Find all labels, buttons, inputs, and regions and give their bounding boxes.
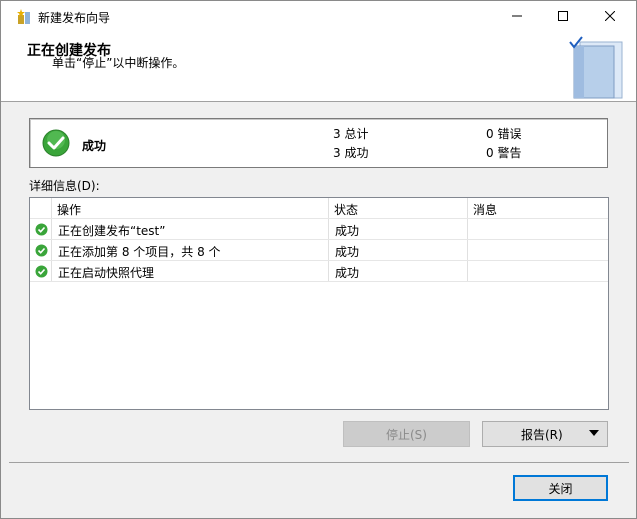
warning-count: 0 警告: [486, 146, 522, 160]
total-count: 3 总计: [333, 127, 369, 141]
column-divider: [328, 198, 329, 282]
maximize-icon: [558, 11, 568, 21]
row-divider: [30, 281, 608, 282]
wizard-window: 新建发布向导 正在创建发布 单击“停止”以中断操作。 成功 3 总计 3 成功 …: [0, 0, 637, 519]
column-header-status[interactable]: 状态: [334, 201, 358, 218]
column-header-message[interactable]: 消息: [473, 201, 497, 218]
publication-book-icon: [569, 36, 623, 99]
close-window-button[interactable]: [587, 1, 633, 31]
table-header: 操作 状态 消息: [30, 198, 608, 218]
details-table[interactable]: 操作 状态 消息 正在创建发布“test” 成功 正在添加第 8 个项目，共 8…: [29, 197, 609, 410]
success-check-icon: [42, 129, 70, 157]
minimize-button[interactable]: [494, 1, 540, 31]
details-label: 详细信息(D):: [29, 179, 100, 193]
close-button[interactable]: 关闭: [513, 475, 608, 501]
status-summary-panel: 成功 3 总计 3 成功 0 错误 0 警告: [29, 118, 608, 168]
status-label: 成功: [82, 139, 107, 153]
row-divider: [30, 260, 608, 261]
error-count: 0 错误: [486, 127, 522, 141]
close-icon: [605, 11, 615, 21]
success-check-icon: [35, 223, 48, 236]
footer-divider: [9, 462, 629, 463]
report-button-label: 报告(R): [521, 427, 563, 442]
maximize-button[interactable]: [540, 1, 586, 31]
column-divider: [467, 198, 468, 282]
row-divider: [30, 218, 608, 219]
page-subtitle: 单击“停止”以中断操作。: [52, 56, 185, 70]
title-bar: 新建发布向导: [1, 1, 636, 31]
minimize-icon: [512, 15, 522, 17]
row-action: 正在添加第 8 个项目，共 8 个: [58, 245, 221, 259]
row-status: 成功: [335, 245, 360, 259]
stop-button[interactable]: 停止(S): [343, 421, 470, 447]
window-title: 新建发布向导: [38, 11, 111, 25]
success-check-icon: [35, 265, 48, 278]
column-divider: [51, 198, 52, 282]
success-check-icon: [35, 244, 48, 257]
success-count: 3 成功: [333, 146, 369, 160]
report-button[interactable]: 报告(R): [482, 421, 608, 447]
row-divider: [30, 239, 608, 240]
row-action: 正在创建发布“test”: [58, 224, 166, 238]
wizard-header: 正在创建发布 单击“停止”以中断操作。: [1, 31, 636, 102]
wizard-app-icon: [17, 9, 30, 24]
dropdown-arrow-icon: [589, 430, 599, 436]
column-header-action[interactable]: 操作: [57, 201, 81, 218]
row-status: 成功: [335, 266, 360, 280]
row-action: 正在启动快照代理: [58, 266, 155, 280]
row-status: 成功: [335, 224, 360, 238]
